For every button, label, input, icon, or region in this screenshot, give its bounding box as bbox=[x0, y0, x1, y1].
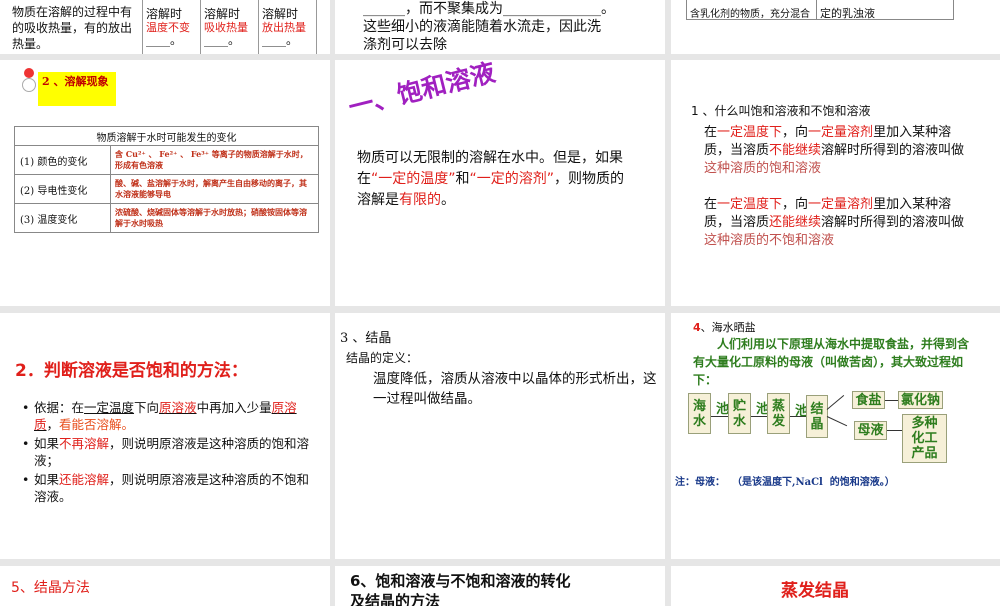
cell-blank: ____。 bbox=[204, 33, 241, 47]
text: ，向 bbox=[782, 125, 809, 140]
table-cell: 溶解时 温度不变 ____。 bbox=[143, 0, 201, 54]
slide-thumbnail-12[interactable]: 蒸发结晶 bbox=[671, 566, 1000, 606]
slide-line: ______，而不聚集成为______________。 bbox=[363, 1, 615, 17]
text: 不再溶解 bbox=[59, 436, 110, 451]
flow-box: 多种化工产品 bbox=[902, 414, 947, 463]
table-cell: 定的乳浊液 bbox=[820, 7, 875, 20]
bullet-item: 如果还能溶解，则说明原溶液是这种溶质的不饱和溶液。 bbox=[20, 471, 320, 505]
slide-body: 温度降低，溶质从溶液中以晶体的形式析出，这一过程叫做结晶。 bbox=[373, 371, 657, 407]
text: 有限的 bbox=[399, 192, 441, 208]
cell-blank: ____。 bbox=[262, 33, 299, 47]
text: 看能否溶解。 bbox=[59, 417, 135, 432]
slide-title: 2．判断溶液是否饱和的方法： bbox=[15, 361, 248, 381]
text: 一定温度下 bbox=[717, 197, 783, 212]
slide-title: 蒸发结晶 bbox=[781, 581, 849, 601]
text: 还能继续 bbox=[769, 215, 822, 230]
text: 这种溶质的不饱和溶液 bbox=[704, 233, 835, 248]
bullet-list: 依据：在一定温度下向原溶液中再加入少量原溶质，看能否溶解。 如果不再溶解，则说明… bbox=[20, 399, 320, 505]
text: “一定的溶剂” bbox=[469, 171, 555, 187]
slide-thumbnail-9[interactable]: 4、海水晒盐 人们利用以下原理从海水中提取食盐，并得到含有大量化工原料的母液（叫… bbox=[671, 313, 1000, 559]
changes-table: 物质溶解于水时可能发生的变化 (1) 颜色的变化含 Cu²⁺ 、 Fe²⁺ 、 … bbox=[14, 126, 319, 233]
slide-title: 5、结晶方法 bbox=[11, 580, 90, 596]
text: 、海水晒盐 bbox=[700, 321, 756, 334]
row-label: (1) 颜色的变化 bbox=[14, 145, 111, 175]
slide-thumbnail-4[interactable]: 2 、溶解现象 物质溶解于水时可能发生的变化 (1) 颜色的变化含 Cu²⁺ 、… bbox=[0, 60, 330, 306]
text: 一定量溶剂 bbox=[808, 197, 874, 212]
text: 和 bbox=[455, 171, 470, 187]
cell-head: 溶解时 bbox=[262, 7, 299, 21]
text: 在 bbox=[704, 197, 718, 212]
text: “一定的温度” bbox=[371, 171, 456, 187]
text: 如果 bbox=[34, 472, 60, 487]
text: 溶解时所得到的溶液叫做 bbox=[821, 215, 965, 230]
text: 如果 bbox=[34, 436, 60, 451]
text: 一定温度 bbox=[84, 400, 135, 415]
text: 4 bbox=[693, 321, 701, 334]
flow-box: 海水 bbox=[688, 393, 711, 434]
flow-box: 结晶 bbox=[806, 395, 828, 438]
text: 一定温度下 bbox=[717, 125, 783, 140]
slide-text: 物质在溶解的过程中有的吸收热量，有的放出热量。 bbox=[12, 5, 133, 51]
slide-thumbnail-1[interactable]: 物质在溶解的过程中有的吸收热量，有的放出热量。 溶解时 温度不变 ____。 溶解时… bbox=[0, 0, 330, 54]
flow-box: 蒸发 bbox=[767, 393, 790, 434]
text: 溶解时所得到的溶液叫做 bbox=[821, 143, 965, 158]
text: 。 bbox=[441, 192, 455, 208]
slide-subheading: 结晶的定义： bbox=[346, 351, 419, 365]
definition-saturated: 在一定温度下，向一定量溶剂里加入某种溶质，当溶质不能继续溶解时所得到的溶液叫做这… bbox=[704, 124, 972, 178]
cell-head: 溶解时 bbox=[204, 7, 241, 21]
slide-body: 人们利用以下原理从海水中提取食盐，并得到含有大量化工原料的母液（叫做苦卤），其大… bbox=[693, 337, 970, 387]
row-desc: 酸、碱、盐溶解于水时，解离产生自由移动的离子，其水溶液能够导电 bbox=[110, 174, 319, 204]
section-badge: 2 、溶解现象 bbox=[38, 72, 116, 106]
text: 在 bbox=[704, 125, 718, 140]
text: ，向 bbox=[782, 197, 809, 212]
cell-head: 溶解时 bbox=[146, 7, 183, 21]
text: 还能溶解 bbox=[59, 472, 110, 487]
slide-title: 6、饱和溶液与不饱和溶液的转化 bbox=[350, 572, 571, 590]
slide-heading: 1 、什么叫饱和溶液和不饱和溶液 bbox=[691, 104, 871, 118]
table-cell: 溶解时 吸收热量 ____。 bbox=[201, 0, 259, 54]
bullet-item: 如果不再溶解，则说明原溶液是这种溶质的饱和溶液； bbox=[20, 435, 320, 469]
row-desc: 浓硫酸、烧碱固体等溶解于水时放热；硝酸铵固体等溶解于水时吸热 bbox=[115, 207, 307, 228]
slide-note: 注：母液： （是该温度下,NaCl 的饱和溶液。） bbox=[675, 477, 895, 488]
table-cell: 含乳化剂的物质，充分混合 bbox=[687, 0, 817, 20]
slide-thumbnail-8[interactable]: 3 、结晶 结晶的定义： 温度降低，溶质从溶液中以晶体的形式析出，这一过程叫做结… bbox=[335, 313, 665, 559]
text: 不能继续 bbox=[769, 143, 822, 158]
text: 原溶液 bbox=[159, 400, 197, 415]
slide-body: 物质可以无限制的溶解在水中。但是，如果在“一定的温度”和“一定的溶剂”，则物质的… bbox=[357, 148, 637, 211]
snowman-icon bbox=[22, 68, 36, 96]
row-label: (3) 温度变化 bbox=[14, 203, 111, 233]
row-desc: 含 Cu²⁺ 、 Fe²⁺ 、 Fe³⁺ 等离子的物质溶解于水时，形成有色溶液 bbox=[110, 145, 319, 175]
slide-title-line2: 及结晶的方法 bbox=[350, 592, 441, 606]
slide-heading: 3 、结晶 bbox=[340, 331, 392, 346]
flow-box: 母液 bbox=[854, 421, 887, 440]
text: 依据：在 bbox=[34, 400, 85, 415]
bullet-item: 依据：在一定温度下向原溶液中再加入少量原溶质，看能否溶解。 bbox=[20, 399, 320, 433]
text: 中再加入少量 bbox=[196, 400, 272, 415]
slide-thumbnail-2[interactable]: ______，而不聚集成为______________。 这些细小的液滴能随着水… bbox=[335, 0, 665, 54]
slide-thumbnail-3[interactable]: 含乳化剂的物质，充分混合 定的乳浊液 bbox=[671, 0, 1000, 54]
slide-thumbnail-5[interactable]: 一、饱和溶液 物质可以无限制的溶解在水中。但是，如果在“一定的温度”和“一定的溶… bbox=[335, 60, 665, 306]
text: 这种溶质的饱和溶液 bbox=[704, 161, 822, 176]
cell-blank: ____。 bbox=[146, 33, 183, 47]
table-cell: 溶解时 放出热量 ____。 bbox=[259, 0, 316, 54]
slide-line: 这些细小的液滴能随着水流走，因此洗 bbox=[363, 19, 601, 35]
text: ， bbox=[46, 417, 60, 432]
definition-unsaturated: 在一定温度下，向一定量溶剂里加入某种溶质，当溶质还能继续溶解时所得到的溶液叫做这… bbox=[704, 196, 972, 250]
slide-line: 涤剂可以去除 bbox=[363, 37, 447, 53]
slide-thumbnail-7[interactable]: 2．判断溶液是否饱和的方法： 依据：在一定温度下向原溶液中再加入少量原溶质，看能… bbox=[0, 313, 330, 559]
slide-thumbnail-6[interactable]: 1 、什么叫饱和溶液和不饱和溶液 在一定温度下，向一定量溶剂里加入某种溶质，当溶… bbox=[671, 60, 1000, 306]
flow-box: 氯化钠 bbox=[898, 391, 943, 409]
flow-box: 食盐 bbox=[852, 391, 885, 409]
flow-box: 贮水 bbox=[728, 393, 751, 434]
slide-title: 一、饱和溶液 bbox=[345, 60, 499, 123]
text: 下向 bbox=[134, 400, 160, 415]
row-label: (2) 导电性变化 bbox=[14, 174, 111, 204]
table-title: 物质溶解于水时可能发生的变化 bbox=[14, 126, 319, 146]
text: 一定量溶剂 bbox=[808, 125, 874, 140]
slide-thumbnail-10[interactable]: 5、结晶方法 bbox=[0, 566, 330, 606]
slide-heading: 4、海水晒盐 bbox=[693, 319, 756, 335]
slide-thumbnail-11[interactable]: 6、饱和溶液与不饱和溶液的转化 及结晶的方法 bbox=[335, 566, 665, 606]
